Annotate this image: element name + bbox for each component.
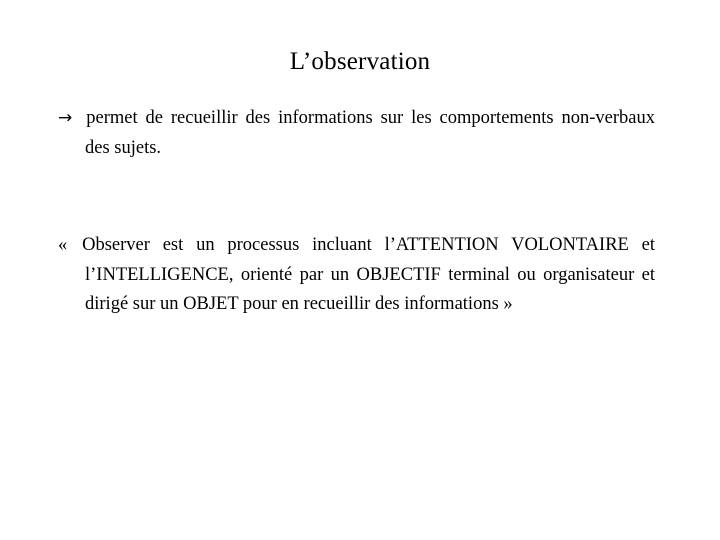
bullet-paragraph-1: → permet de recueillir des informations s…	[58, 104, 655, 163]
slide-body: → permet de recueillir des informations s…	[58, 104, 655, 320]
bullet-paragraph-1-text: permet de recueillir des informations su…	[85, 108, 655, 158]
quotation-paragraph: « Observer est un processus incluant l’A…	[58, 231, 655, 320]
slide-canvas: L’observation → permet de recueillir des …	[0, 0, 720, 540]
quotation-paragraph-text: Observer est un processus incluant l’ATT…	[82, 235, 656, 314]
opening-guillemet: «	[58, 235, 68, 255]
arrow-right-icon: →	[58, 108, 73, 128]
page-title: L’observation	[289, 48, 431, 75]
